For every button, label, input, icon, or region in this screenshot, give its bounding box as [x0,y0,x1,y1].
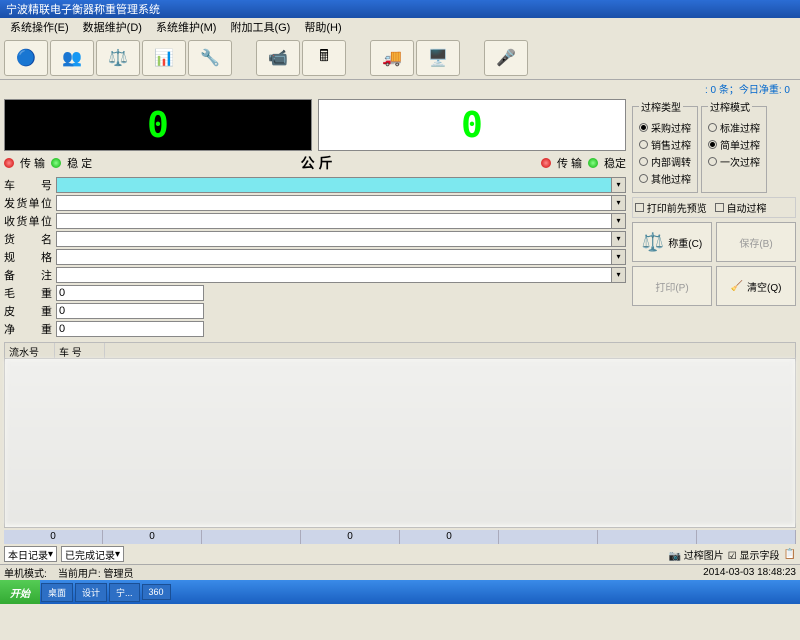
radio-mode-0[interactable]: 标准过榨 [708,120,760,135]
label-spec: 规 格 [4,249,56,265]
menu-help[interactable]: 帮助(H) [298,18,347,36]
input-goods[interactable] [56,231,612,247]
toolbar: 🔵 👥 ⚖️ 📊 🔧 📹 🖩 🚚 🖥️ 🎤 [0,36,800,80]
dropdown-spec[interactable]: ▾ [612,249,626,265]
status-datetime: 2014-03-03 18:48:23 [703,567,796,578]
radio-type-0[interactable]: 采购过榨 [639,120,691,135]
chk-auto-weigh[interactable]: 自动过榨 [715,200,767,215]
input-receiver[interactable] [56,213,612,229]
records-table[interactable]: 流水号 车 号 [4,342,796,528]
app-title: 宁波精联电子衡器称重管理系统 [6,1,160,17]
clear-button[interactable]: 🧹清空(Q) [716,266,796,306]
input-net[interactable] [56,321,204,337]
menu-bar: 系统操作(E) 数据维护(D) 系统维护(M) 附加工具(G) 帮助(H) [0,18,800,36]
scale-status-row: 传 输 稳 定 公 斤 传 输 稳定 [4,151,626,175]
windows-taskbar: 开始 桌面 设计 宁... 360 [0,580,800,604]
unit-label: 公 斤 [98,153,535,173]
dropdown-goods[interactable]: ▾ [612,231,626,247]
weigh-button[interactable]: ⚖️称重(C) [632,222,712,262]
label-goods: 货 名 [4,231,56,247]
menu-addon-tools[interactable]: 附加工具(G) [224,18,296,36]
radio-type-1[interactable]: 销售过榨 [639,137,691,152]
led-transmit-1-icon [4,158,14,168]
filter-completion[interactable]: 已完成记录 ▾ [61,546,124,562]
save-button[interactable]: 保存(B) [716,222,796,262]
label-shipper: 发货单位 [4,195,56,211]
input-spec[interactable] [56,249,612,265]
toolbar-btn-calc[interactable]: 🖩 [302,40,346,76]
radio-type-2[interactable]: 内部调转 [639,154,691,169]
toolbar-btn-chart[interactable]: 📊 [142,40,186,76]
label-gross: 毛 重 [4,285,56,301]
window-title-bar: 宁波精联电子衡器称重管理系统 [0,0,800,18]
input-gross[interactable] [56,285,204,301]
label-net: 净 重 [4,321,56,337]
task-item[interactable]: 桌面 [41,583,73,602]
toolbar-btn-monitor[interactable]: 🖥️ [416,40,460,76]
eraser-icon: 🧹 [731,281,743,292]
toolbar-btn-tools[interactable]: 🔧 [188,40,232,76]
weigh-mode-group: 过榨模式 标准过榨 简单过榨 一次过榨 [701,99,767,193]
menu-data-maint[interactable]: 数据维护(D) [77,18,148,36]
filter-fields[interactable]: ☑ 显示字段 [728,547,780,562]
led-stable-1-icon [51,158,61,168]
input-shipper[interactable] [56,195,612,211]
label-receiver: 收货单位 [4,213,56,229]
toolbar-btn-2[interactable]: 👥 [50,40,94,76]
dropdown-receiver[interactable]: ▾ [612,213,626,229]
radio-type-3[interactable]: 其他过榨 [639,171,691,186]
toolbar-btn-scale[interactable]: ⚖️ [96,40,140,76]
toolbar-btn-camera[interactable]: 📹 [256,40,300,76]
radio-mode-1[interactable]: 简单过榨 [708,137,760,152]
status-bar: 单机模式: 当前用户: 管理员 2014-03-03 18:48:23 [0,564,800,580]
label-tare: 皮 重 [4,303,56,319]
task-item[interactable]: 宁... [109,583,140,602]
menu-sys-maint[interactable]: 系统维护(M) [150,18,223,36]
task-item[interactable]: 设计 [75,583,107,602]
dropdown-remark[interactable]: ▾ [612,267,626,283]
dropdown-shipper[interactable]: ▾ [612,195,626,211]
toolbar-btn-truck[interactable]: 🚚 [370,40,414,76]
toolbar-btn-1[interactable]: 🔵 [4,40,48,76]
task-item[interactable]: 360 [142,584,171,600]
menu-system-ops[interactable]: 系统操作(E) [4,18,75,36]
print-button[interactable]: 打印(P) [632,266,712,306]
start-button[interactable]: 开始 [0,580,40,604]
radio-mode-2[interactable]: 一次过榨 [708,154,760,169]
led-stable-2-icon [588,158,598,168]
chk-print-preview[interactable]: 打印前先预览 [635,200,707,215]
led-transmit-2-icon [541,158,551,168]
filter-extra[interactable]: 📋 [784,549,796,560]
scale-icon: ⚖️ [642,232,664,253]
toolbar-btn-mic[interactable]: 🎤 [484,40,528,76]
filter-date-range[interactable]: 本日记录 ▾ [4,546,57,562]
weight-display-2: 0 [318,99,626,151]
summary-row: 0 0 0 0 [4,530,796,544]
label-car-no: 车 号 [4,177,56,193]
col-serial: 流水号 [5,343,55,358]
filter-images[interactable]: 📷 过榨图片 [669,547,724,562]
dropdown-car-no[interactable]: ▾ [612,177,626,193]
top-status-line: : 0 条；今日净重: 0 [0,80,800,97]
label-remark: 备 注 [4,267,56,283]
filter-bar: 本日记录 ▾ 已完成记录 ▾ 📷 过榨图片 ☑ 显示字段 📋 [0,544,800,564]
col-car-no: 车 号 [55,343,105,358]
weight-display-1: 0 [4,99,312,151]
weigh-type-group: 过榨类型 采购过榨 销售过榨 内部调转 其他过榨 [632,99,698,193]
input-car-no[interactable] [56,177,612,193]
table-body-blurred [5,359,795,525]
input-tare[interactable] [56,303,204,319]
input-remark[interactable] [56,267,612,283]
